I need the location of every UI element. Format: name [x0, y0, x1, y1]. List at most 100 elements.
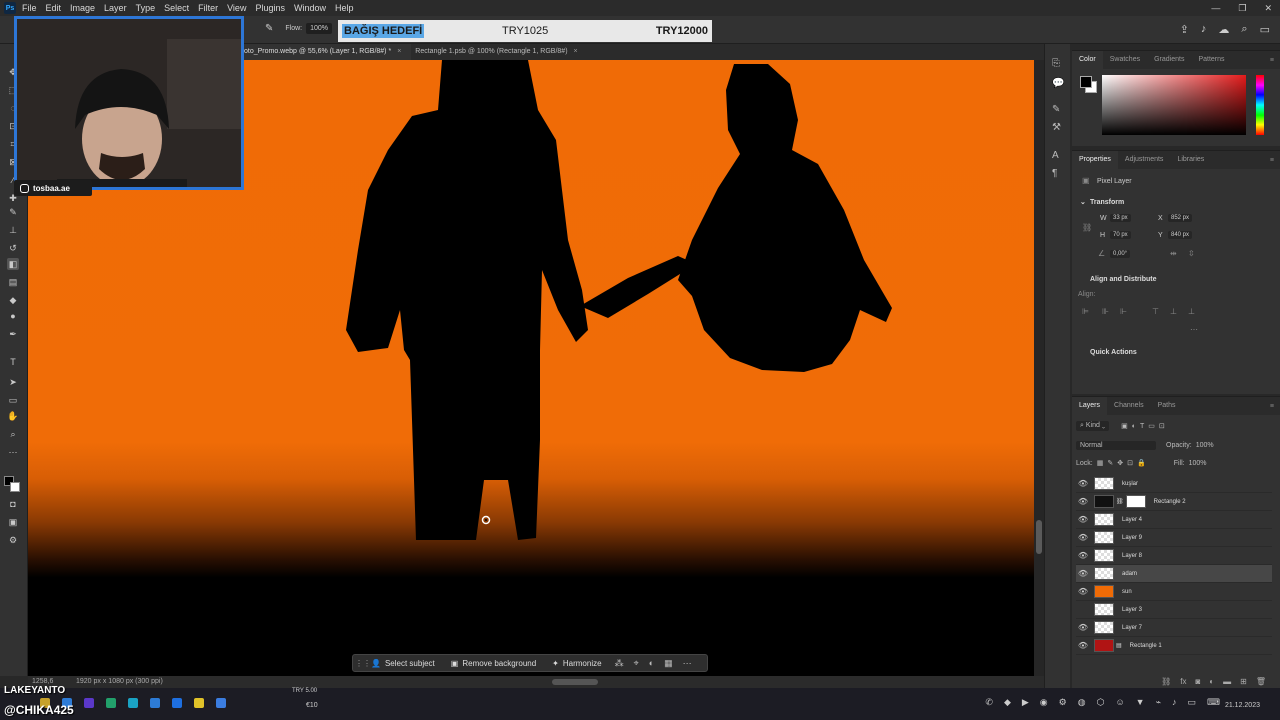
- network-icon[interactable]: ⌁: [1156, 697, 1161, 708]
- tab-color[interactable]: Color: [1072, 51, 1103, 69]
- visibility-eye-icon[interactable]: 👁: [1076, 641, 1090, 650]
- tab-paths[interactable]: Paths: [1151, 397, 1183, 415]
- new-layer-icon[interactable]: ⊞: [1240, 677, 1247, 686]
- flow-input[interactable]: 100%: [306, 23, 333, 34]
- new-group-icon[interactable]: ▬: [1223, 677, 1231, 686]
- width-input[interactable]: 33 px: [1110, 214, 1131, 222]
- close-tab-icon[interactable]: ×: [397, 48, 401, 55]
- visibility-eye-icon[interactable]: 👁: [1076, 569, 1090, 578]
- more-tools-icon[interactable]: ⋯: [7, 446, 19, 458]
- brush-settings-icon[interactable]: ✎: [1052, 104, 1060, 115]
- tray-app-icon[interactable]: ▭: [1187, 697, 1196, 708]
- filter-type-icon[interactable]: T: [1140, 423, 1144, 430]
- clone-stamp-icon[interactable]: ⊥: [7, 224, 19, 236]
- layer-row-adam[interactable]: 👁 adam: [1076, 565, 1272, 583]
- x-input[interactable]: 852 px: [1168, 214, 1193, 222]
- visibility-eye-icon[interactable]: 👁: [1076, 551, 1090, 560]
- comments-icon[interactable]: 💬: [1052, 78, 1064, 89]
- menu-help[interactable]: Help: [335, 3, 354, 13]
- quick-mask-icon[interactable]: ◘: [7, 498, 19, 510]
- filter-adjustment-icon[interactable]: ◐: [1132, 423, 1136, 430]
- tab-channels[interactable]: Channels: [1107, 397, 1151, 415]
- y-input[interactable]: 840 px: [1168, 231, 1193, 239]
- play-icon[interactable]: ▶: [1022, 697, 1029, 708]
- layer-row-kuslar[interactable]: 👁 kuşlar: [1076, 475, 1272, 493]
- align-center-icon[interactable]: ⊪: [1102, 307, 1109, 316]
- align-middle-icon[interactable]: ⊥: [1170, 307, 1177, 316]
- canvas-vertical-scrollbar[interactable]: [1034, 60, 1044, 676]
- fx-icon[interactable]: fx: [1180, 677, 1186, 686]
- align-left-icon[interactable]: ⊫: [1082, 307, 1089, 316]
- history-brush-icon[interactable]: ↺: [7, 242, 19, 254]
- lock-pixels-icon[interactable]: ✎: [1107, 459, 1113, 467]
- visibility-eye-icon[interactable]: 👁: [1076, 533, 1090, 542]
- tool-presets-icon[interactable]: ⚒: [1052, 122, 1061, 133]
- restore-icon[interactable]: ❐: [1238, 3, 1246, 14]
- fill-input[interactable]: 100%: [1189, 460, 1207, 467]
- filter-shape-icon[interactable]: ▭: [1148, 422, 1155, 430]
- clock-date[interactable]: 21.12.2023: [1225, 702, 1260, 709]
- menu-plugins[interactable]: Plugins: [255, 3, 285, 13]
- search-icon[interactable]: ⌕: [1241, 23, 1247, 36]
- cloud-icon[interactable]: ☁: [1218, 23, 1229, 36]
- foreground-swatch[interactable]: [1080, 76, 1092, 88]
- select-subject-button[interactable]: 👤 Select subject: [363, 654, 443, 672]
- layer-row-layer-3[interactable]: Layer 3: [1076, 601, 1272, 619]
- menu-layer[interactable]: Layer: [104, 3, 127, 13]
- blur-tool-icon[interactable]: ◆: [7, 294, 19, 306]
- tab-libraries[interactable]: Libraries: [1170, 151, 1211, 169]
- dodge-tool-icon[interactable]: ●: [7, 310, 19, 322]
- discord-icon[interactable]: ☺: [1115, 697, 1124, 708]
- app-icon[interactable]: [150, 698, 160, 708]
- generate-icon[interactable]: ⁂: [610, 658, 629, 669]
- tab-layers[interactable]: Layers: [1072, 397, 1108, 415]
- volume-icon[interactable]: ♪: [1172, 697, 1177, 708]
- tray-app-icon[interactable]: ◍: [1078, 697, 1086, 708]
- flip-vertical-icon[interactable]: ⇳: [1188, 249, 1195, 258]
- blend-mode-dropdown[interactable]: Normal: [1076, 441, 1156, 450]
- eraser-tool-icon[interactable]: ◧: [7, 258, 19, 270]
- align-top-icon[interactable]: ⊤: [1152, 307, 1159, 316]
- workspace-icon[interactable]: ▭: [1260, 23, 1270, 36]
- lock-transparent-icon[interactable]: ▦: [1097, 459, 1104, 467]
- app-icon[interactable]: [194, 698, 204, 708]
- zoom-level[interactable]: 1258,6: [32, 678, 53, 685]
- menu-edit[interactable]: Edit: [46, 3, 62, 13]
- tab-gradients[interactable]: Gradients: [1147, 51, 1191, 69]
- character-icon[interactable]: A: [1052, 150, 1059, 161]
- layer-row-rectangle-2[interactable]: 👁 ⛓ Rectangle 2: [1076, 493, 1272, 511]
- panel-menu-icon[interactable]: ≡: [1270, 57, 1274, 64]
- hue-slider[interactable]: [1256, 75, 1264, 135]
- layer-row-layer-9[interactable]: 👁 Layer 9: [1076, 529, 1272, 547]
- zoom-tool-icon[interactable]: ⌕: [7, 428, 19, 440]
- hand-tool-icon[interactable]: ✋: [7, 410, 19, 422]
- lock-position-icon[interactable]: ✥: [1117, 459, 1123, 467]
- gradient-tool-icon[interactable]: ▤: [7, 276, 19, 288]
- brush-tool-icon[interactable]: ✎: [7, 206, 19, 218]
- app-icon[interactable]: [128, 698, 138, 708]
- layer-row-rectangle-1[interactable]: 👁 ▤ Rectangle 1: [1076, 637, 1272, 655]
- height-input[interactable]: 70 px: [1110, 231, 1131, 239]
- delete-layer-icon[interactable]: 🗑: [1256, 677, 1266, 686]
- more-align-icon[interactable]: ⋯: [1190, 325, 1198, 334]
- visibility-eye-icon[interactable]: 👁: [1076, 623, 1090, 632]
- opacity-input[interactable]: 100%: [1196, 442, 1214, 449]
- menu-type[interactable]: Type: [136, 3, 156, 13]
- whatsapp-icon[interactable]: ✆: [985, 697, 993, 708]
- kind-filter-dropdown[interactable]: ⌕ Kind ⌄: [1076, 421, 1110, 431]
- layer-row-sun[interactable]: 👁 sun: [1076, 583, 1272, 601]
- layer-row-layer-8[interactable]: 👁 Layer 8: [1076, 547, 1272, 565]
- align-bottom-icon[interactable]: ⊥: [1188, 307, 1195, 316]
- adjustment-layer-icon[interactable]: ◐: [1209, 677, 1214, 686]
- menu-file[interactable]: File: [22, 3, 37, 13]
- menu-filter[interactable]: Filter: [198, 3, 218, 13]
- chevron-down-icon[interactable]: ⌄: [1080, 198, 1086, 206]
- more-options-icon[interactable]: ⋯: [678, 658, 697, 669]
- visibility-eye-icon[interactable]: 👁: [1076, 515, 1090, 524]
- adjust-icon[interactable]: ◐: [644, 658, 659, 668]
- vpn-icon[interactable]: ⬡: [1097, 697, 1105, 708]
- tab-rectangle-psb[interactable]: Rectangle 1.psb @ 100% (Rectangle 1, RGB…: [411, 44, 587, 60]
- angle-input[interactable]: 0,00°: [1110, 250, 1131, 258]
- settings-icon[interactable]: ⚙: [7, 534, 19, 546]
- pen-tool-icon[interactable]: ✒: [7, 328, 19, 340]
